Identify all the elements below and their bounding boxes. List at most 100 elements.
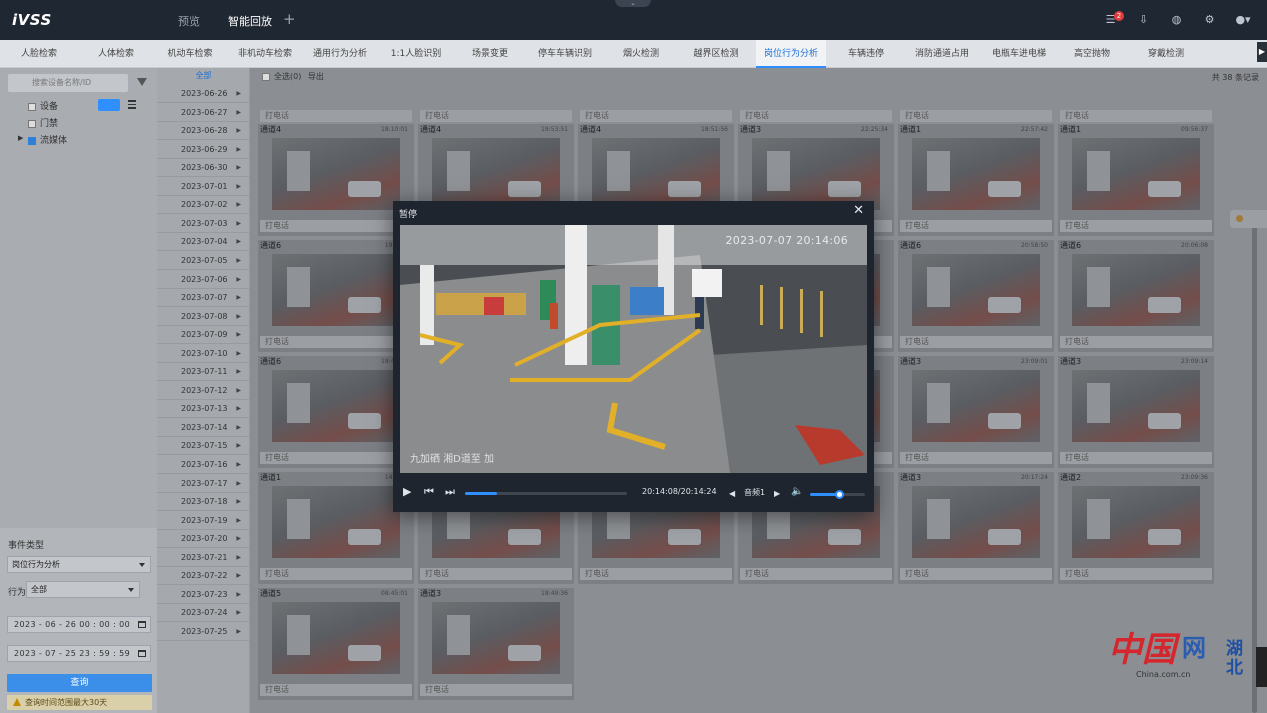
tree-checkbox-streaming[interactable] bbox=[28, 136, 36, 145]
card-thumbnail[interactable] bbox=[912, 370, 1040, 442]
card-thumbnail[interactable] bbox=[912, 486, 1040, 558]
card-thumbnail[interactable] bbox=[1072, 138, 1200, 210]
date-item[interactable]: 2023-07-16 ▶ bbox=[157, 456, 250, 474]
tree-checkbox-devices[interactable] bbox=[28, 102, 36, 111]
playback-progress-bar[interactable] bbox=[465, 492, 627, 495]
play-icon[interactable]: ▶ bbox=[403, 485, 411, 498]
card-thumbnail[interactable] bbox=[592, 138, 720, 210]
gear-icon[interactable]: ⚙ bbox=[1203, 14, 1216, 26]
result-card[interactable]: 通道3 23:09:14 打电话 bbox=[1058, 356, 1214, 468]
volume-slider[interactable] bbox=[810, 490, 865, 499]
video-frame[interactable]: 2023-07-07 20:14:06 九加硒 湘D道至 加 bbox=[400, 225, 867, 473]
date-item[interactable]: 2023-07-08 ▶ bbox=[157, 308, 250, 326]
date-item[interactable]: 2023-07-18 ▶ bbox=[157, 493, 250, 512]
result-card[interactable]: 通道619:10:0 打电话 bbox=[258, 240, 414, 352]
edge-tab[interactable] bbox=[1256, 647, 1267, 687]
card-thumbnail[interactable] bbox=[1072, 370, 1200, 442]
date-item[interactable]: 2023-07-13 ▶ bbox=[157, 400, 250, 419]
subtab-post-behavior[interactable]: 岗位行为分析 bbox=[756, 40, 826, 68]
date-item[interactable]: 2023-07-22 ▶ bbox=[157, 567, 250, 586]
subtab-wear-detection[interactable]: 穿戴检测 bbox=[1134, 40, 1198, 68]
result-card[interactable]: 通道1 22:57:42 打电话 bbox=[898, 124, 1054, 236]
date-item[interactable]: 2023-07-02 ▶ bbox=[157, 196, 250, 215]
event-type-select[interactable]: 岗位行为分析 bbox=[7, 556, 151, 573]
card-thumbnail[interactable] bbox=[912, 254, 1040, 326]
tree-item-streaming[interactable]: 流媒体 bbox=[28, 133, 67, 146]
card-thumbnail[interactable] bbox=[1072, 486, 1200, 558]
date-item[interactable]: 2023-07-21 ▶ bbox=[157, 549, 250, 567]
tree-item-devices[interactable]: 设备 bbox=[28, 99, 58, 112]
result-card[interactable]: 通道5 08:45:01 打电话 bbox=[258, 588, 414, 700]
filter-icon[interactable] bbox=[137, 78, 147, 86]
subtab-scene-change[interactable]: 场景变更 bbox=[458, 40, 522, 68]
result-card[interactable]: 通道2 23:09:36 打电话 bbox=[1058, 472, 1214, 584]
date-item[interactable]: 2023-07-12 ▶ bbox=[157, 382, 250, 400]
download-icon[interactable]: ⇩ bbox=[1137, 14, 1150, 26]
user-icon[interactable]: ●▾ bbox=[1233, 14, 1253, 26]
date-item[interactable]: 2023-07-06 ▶ bbox=[157, 271, 250, 289]
card-thumbnail[interactable] bbox=[432, 602, 560, 674]
card-thumbnail[interactable] bbox=[912, 138, 1040, 210]
subtab-smoke-fire[interactable]: 烟火检测 bbox=[610, 40, 672, 68]
subtabs-next-button[interactable]: ▶ bbox=[1257, 42, 1267, 62]
subtab-high-throw[interactable]: 高空抛物 bbox=[1060, 40, 1124, 68]
date-item[interactable]: 2023-07-10 ▶ bbox=[157, 345, 250, 363]
result-card[interactable]: 通道6 20:06:08 打电话 bbox=[1058, 240, 1214, 352]
date-item[interactable]: 2023-07-19 ▶ bbox=[157, 512, 250, 530]
card-thumbnail[interactable] bbox=[432, 138, 560, 210]
subtab-ebike-elevator[interactable]: 电瓶车进电梯 bbox=[984, 40, 1054, 68]
card-thumbnail[interactable] bbox=[272, 370, 400, 442]
result-card[interactable]: 通道4 18:10:01 打电话 bbox=[258, 124, 414, 236]
subtab-face-search[interactable]: 人脸检索 bbox=[8, 40, 70, 68]
tab-smart-playback[interactable]: 智能回放 bbox=[228, 13, 272, 43]
previous-frame-icon[interactable]: ⏮ bbox=[424, 485, 434, 498]
volume-knob[interactable] bbox=[834, 490, 844, 499]
select-all-label[interactable]: 全选(0) bbox=[274, 72, 301, 81]
add-tab-button[interactable]: + bbox=[283, 10, 296, 28]
audio-next-icon[interactable]: ▶ bbox=[774, 487, 780, 500]
audio-prev-icon[interactable]: ◀ bbox=[729, 487, 735, 500]
date-item[interactable]: 2023-07-24 ▶ bbox=[157, 604, 250, 623]
result-card[interactable]: 通道1 09:56:37 打电话 bbox=[1058, 124, 1214, 236]
camera-view-button[interactable] bbox=[98, 99, 120, 111]
date-item[interactable]: 2023-07-09 ▶ bbox=[157, 326, 250, 345]
date-item[interactable]: 2023-06-28 ▶ bbox=[157, 122, 250, 141]
date-item[interactable]: 2023-07-15 ▶ bbox=[157, 437, 250, 456]
result-card[interactable]: 通道114:07:0 打电话 bbox=[258, 472, 414, 584]
tree-checkbox-access[interactable] bbox=[28, 119, 36, 128]
calendar-icon[interactable] bbox=[138, 650, 146, 657]
side-float-tab[interactable] bbox=[1230, 210, 1267, 228]
date-all-tab[interactable]: 全部 bbox=[157, 70, 250, 81]
result-card[interactable]: 通道3 23:09:01 打电话 bbox=[898, 356, 1054, 468]
card-thumbnail[interactable] bbox=[272, 254, 400, 326]
end-time-input[interactable]: 2023 - 07 - 25 23 : 59 : 59 bbox=[7, 645, 151, 662]
card-thumbnail[interactable] bbox=[272, 486, 400, 558]
next-frame-icon[interactable]: ⏭ bbox=[445, 485, 455, 498]
subtab-face-verify[interactable]: 1:1人脸识别 bbox=[382, 40, 450, 68]
subtab-fire-lane[interactable]: 消防通道占用 bbox=[908, 40, 976, 68]
device-search-input[interactable]: 搜索设备名称/ID bbox=[8, 74, 128, 92]
subtab-general-behavior[interactable]: 通用行为分析 bbox=[305, 40, 375, 68]
tab-preview[interactable]: 预览 bbox=[178, 13, 200, 29]
result-card[interactable]: 通道6 20:58:50 打电话 bbox=[898, 240, 1054, 352]
date-item[interactable]: 2023-07-23 ▶ bbox=[157, 586, 250, 604]
date-item[interactable]: 2023-07-25 ▶ bbox=[157, 623, 250, 641]
date-item[interactable]: 2023-07-07 ▶ bbox=[157, 289, 250, 308]
result-card[interactable]: 通道3 18:49:36 打电话 bbox=[418, 588, 574, 700]
subtab-nonmotor-search[interactable]: 非机动车检索 bbox=[230, 40, 300, 68]
volume-icon[interactable]: 🔈 bbox=[791, 485, 803, 498]
card-thumbnail[interactable] bbox=[272, 138, 400, 210]
export-button[interactable]: 导出 bbox=[308, 72, 324, 81]
date-item[interactable]: 2023-06-27 ▶ bbox=[157, 104, 250, 122]
subtab-illegal-parking[interactable]: 车辆违停 bbox=[834, 40, 898, 68]
date-item[interactable]: 2023-07-20 ▶ bbox=[157, 530, 250, 549]
date-item[interactable]: 2023-07-03 ▶ bbox=[157, 215, 250, 233]
date-item[interactable]: 2023-07-17 ▶ bbox=[157, 475, 250, 493]
behavior-select[interactable]: 全部 bbox=[26, 581, 140, 598]
date-item[interactable]: 2023-07-05 ▶ bbox=[157, 252, 250, 270]
subtab-body-search[interactable]: 人体检索 bbox=[82, 40, 150, 68]
start-time-input[interactable]: 2023 - 06 - 26 00 : 00 : 00 bbox=[7, 616, 151, 633]
card-thumbnail[interactable] bbox=[752, 138, 880, 210]
result-card[interactable]: 通道3 20:17:24 打电话 bbox=[898, 472, 1054, 584]
subtab-vehicle-search[interactable]: 机动车检索 bbox=[156, 40, 224, 68]
